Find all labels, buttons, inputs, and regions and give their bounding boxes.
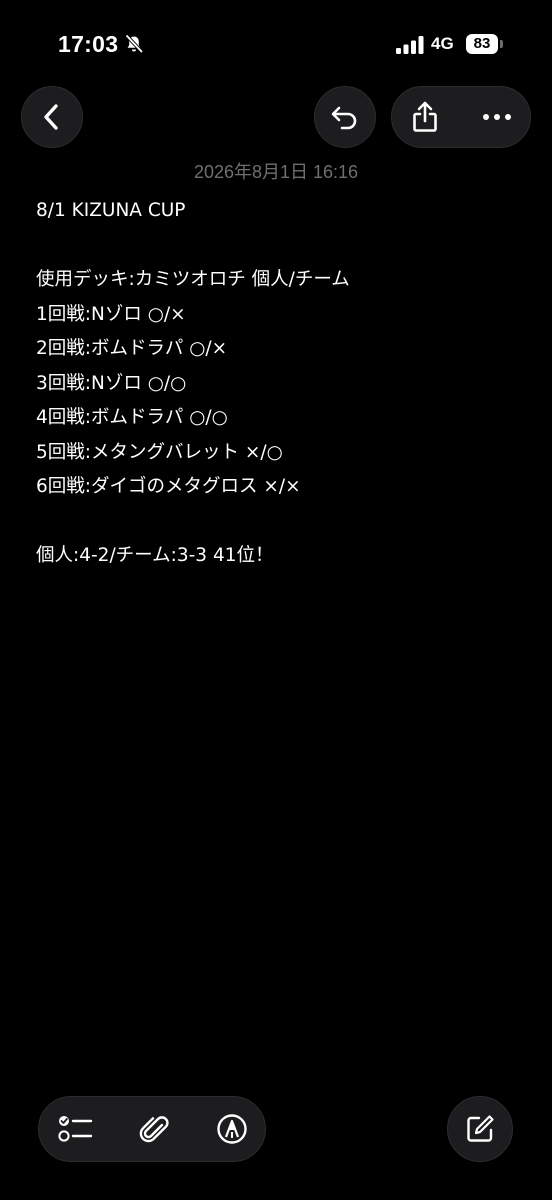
checklist-icon (58, 1116, 93, 1142)
more-button[interactable] (464, 87, 530, 147)
compose-button[interactable] (447, 1096, 513, 1162)
signal-bars-icon (396, 36, 424, 54)
ellipsis-icon (483, 114, 511, 120)
markup-pen-icon (217, 1114, 247, 1144)
note-line-round-4: 4回戦:ボムドラパ ○/○ (36, 407, 228, 428)
checklist-button[interactable] (43, 1097, 109, 1161)
note-date: 2026年8月1日 16:16 (193, 162, 359, 182)
markup-button[interactable] (199, 1097, 265, 1161)
undo-icon (331, 106, 357, 130)
note-line-title: 8/1 KIZUNA CUP (36, 200, 186, 221)
share-button[interactable] (392, 87, 458, 147)
bottom-toolbar (38, 1096, 266, 1162)
note-line-result: 個人:4-2/チーム:3-3 41位！ (36, 545, 274, 566)
battery-level: 83 (466, 34, 498, 54)
note-line-round-1: 1回戦:Nゾロ ○/× (36, 303, 186, 325)
note-line-blank (36, 229, 526, 264)
note-body[interactable]: 8/1 KIZUNA CUP 使用デッキ:カミツオロチ 個人/チーム 1回戦:N… (36, 194, 526, 574)
note-line-round-5: 5回戦:メタングバレット ×/○ (36, 441, 283, 463)
status-time: 17:03 (58, 31, 119, 57)
battery-tip (500, 40, 503, 48)
bell-slash-icon (125, 34, 144, 54)
attach-button[interactable] (121, 1097, 187, 1161)
network-type: 4G (431, 34, 454, 53)
paperclip-icon (139, 1116, 169, 1143)
status-bar: 17:03 4G 83 (0, 0, 552, 90)
share-more-group (391, 86, 531, 148)
note-line-round-2: 2回戦:ボムドラパ ○/× (36, 338, 228, 359)
back-button[interactable] (21, 86, 83, 148)
note-line-round-3: 3回戦:Nゾロ ○/○ (36, 372, 187, 394)
chevron-left-icon (44, 104, 58, 130)
note-line-round-6: 6回戦:ダイゴのメタグロス ×/× (36, 476, 301, 497)
compose-icon (467, 1115, 494, 1142)
undo-button[interactable] (314, 86, 376, 148)
note-line-deck: 使用デッキ:カミツオロチ 個人/チーム (36, 269, 350, 290)
note-line-blank (36, 505, 526, 540)
share-icon (413, 101, 437, 132)
